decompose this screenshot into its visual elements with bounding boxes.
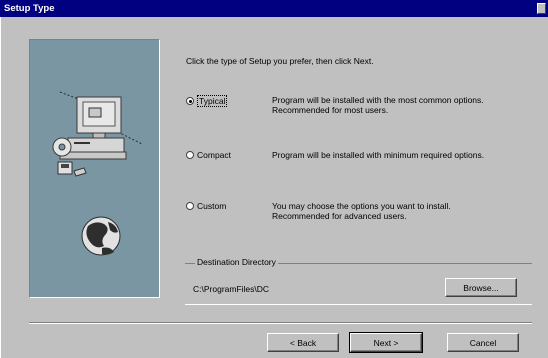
compact-description: Program will be installed with minimum r… <box>272 150 484 160</box>
custom-desc-line2: Recommended for advanced users. <box>272 211 407 221</box>
instruction-text: Click the type of Setup you prefer, then… <box>186 56 374 66</box>
typical-description: Program will be installed with the most … <box>272 95 484 115</box>
radio-compact-label[interactable]: Compact <box>197 150 231 160</box>
back-button[interactable]: < Back <box>267 333 339 352</box>
radio-compact[interactable]: Compact <box>186 150 231 160</box>
radio-custom-indicator[interactable] <box>186 202 194 210</box>
button-separator <box>29 322 532 324</box>
typical-desc-line2: Recommended for most users. <box>272 105 389 115</box>
computer-illustration-icon <box>52 91 143 256</box>
radio-typical[interactable]: Typical <box>186 95 228 107</box>
typical-desc-line1: Program will be installed with the most … <box>272 95 484 105</box>
destination-path: C:\ProgramFiles\DC <box>193 284 270 294</box>
compact-desc-line1: Program will be installed with minimum r… <box>272 150 485 160</box>
radio-custom[interactable]: Custom <box>186 201 226 211</box>
setup-illustration <box>29 39 160 298</box>
radio-typical-indicator[interactable] <box>186 97 194 105</box>
custom-desc-line1: You may choose the options you want to i… <box>272 201 451 211</box>
next-button[interactable]: Next > <box>349 332 423 353</box>
radio-typical-label[interactable]: Typical <box>197 95 228 107</box>
destination-label: Destination Directory <box>195 257 278 267</box>
custom-description: You may choose the options you want to i… <box>272 201 451 221</box>
browse-button[interactable]: Browse... <box>445 278 517 297</box>
window-title: Setup Type <box>4 3 55 14</box>
title-bar: Setup Type <box>0 0 548 17</box>
close-button[interactable] <box>537 3 546 14</box>
cancel-button[interactable]: Cancel <box>447 333 519 352</box>
radio-custom-label[interactable]: Custom <box>197 201 226 211</box>
radio-compact-indicator[interactable] <box>186 151 194 159</box>
